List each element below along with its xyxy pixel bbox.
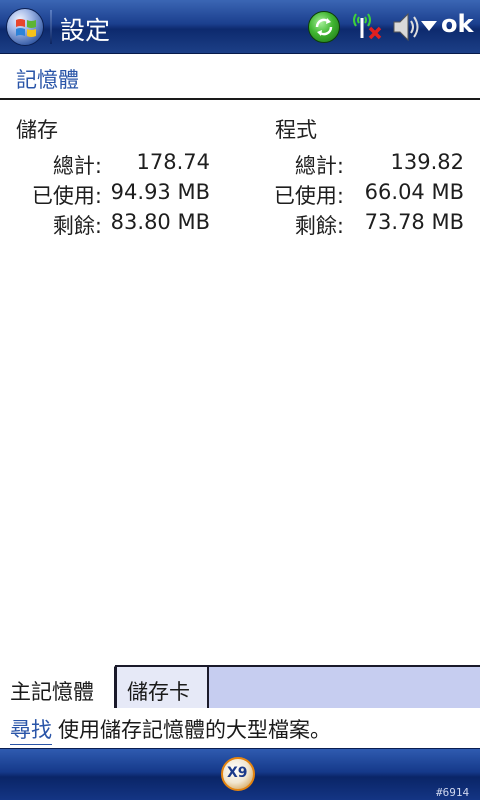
program-total-value: 139.82: [390, 150, 464, 174]
tab-bar: 主記憶體 儲存卡: [0, 665, 480, 710]
program-used-label: 已使用:: [273, 184, 344, 208]
softkey-bar: X9: [0, 748, 480, 800]
storage-heading: 儲存: [16, 118, 58, 142]
window-title: 設定: [60, 16, 111, 45]
start-button[interactable]: [6, 8, 44, 46]
storage-free-label: 剩餘:: [52, 214, 102, 238]
help-text: 使用儲存記憶體的大型檔案。: [58, 718, 331, 742]
find-link[interactable]: 尋找: [10, 714, 52, 745]
watermark: #6914: [436, 786, 470, 799]
section-header: 記憶體: [0, 54, 480, 100]
tab-main-memory[interactable]: 主記憶體: [0, 665, 116, 710]
tab-storage-card[interactable]: 儲存卡: [115, 665, 209, 710]
title-bar: 設定 ok: [0, 0, 480, 54]
title-separator: [50, 10, 52, 44]
storage-total-value: 178.74: [136, 150, 210, 174]
input-panel-label: X9: [227, 765, 248, 781]
chevron-down-icon[interactable]: [421, 21, 437, 31]
ok-button[interactable]: ok: [441, 10, 473, 38]
input-panel-button[interactable]: X9: [221, 757, 255, 791]
signal-off-icon[interactable]: [350, 8, 384, 44]
program-free-value: 73.78 MB: [364, 210, 464, 234]
volume-icon[interactable]: [390, 10, 424, 44]
program-free-label: 剩餘:: [294, 214, 344, 238]
windows-start-icon: [16, 19, 36, 37]
program-total-label: 總計:: [294, 154, 344, 178]
storage-used-value: 94.93 MB: [110, 180, 210, 204]
page-title: 記憶體: [16, 68, 79, 92]
sync-icon[interactable]: [308, 11, 340, 43]
storage-total-label: 總計:: [52, 154, 102, 178]
program-heading: 程式: [275, 118, 317, 142]
storage-free-value: 83.80 MB: [110, 210, 210, 234]
help-line: 尋找 使用儲存記憶體的大型檔案。: [0, 708, 480, 748]
program-used-value: 66.04 MB: [364, 180, 464, 204]
storage-used-label: 已使用:: [31, 184, 102, 208]
